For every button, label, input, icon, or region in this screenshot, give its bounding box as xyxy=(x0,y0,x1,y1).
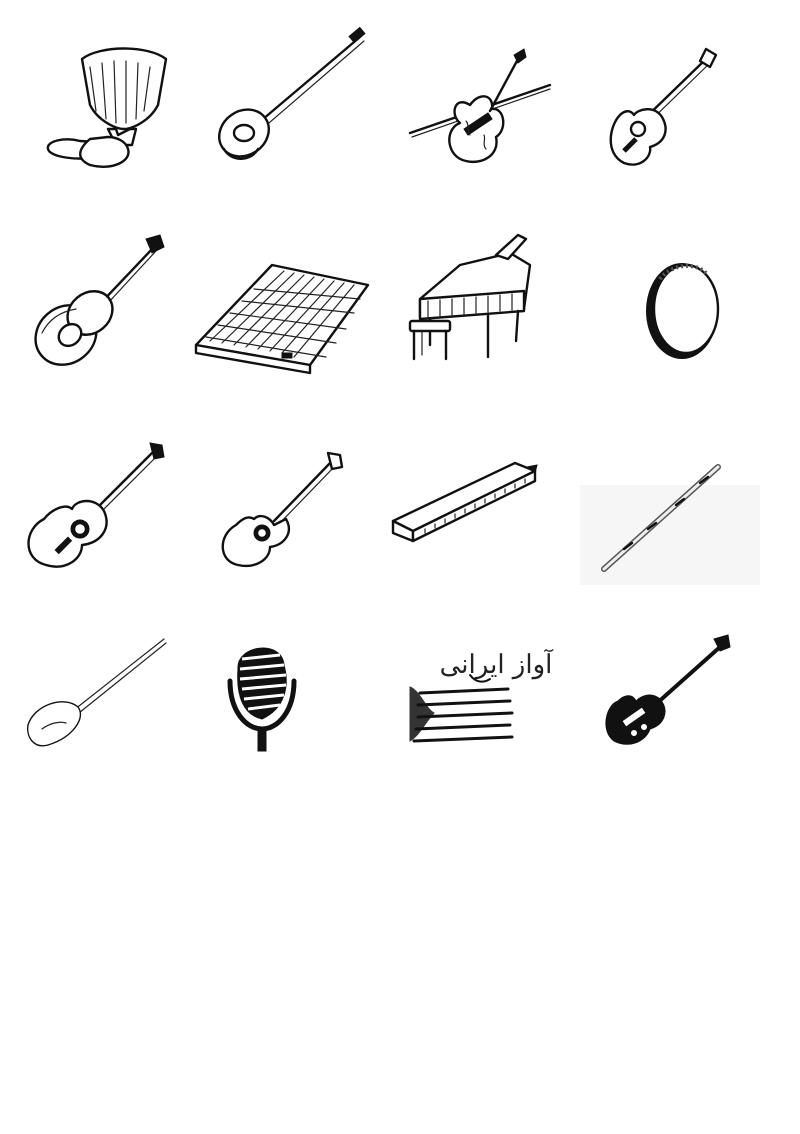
logo-text: آواز ایرانی xyxy=(440,648,555,680)
cutaway-guitar-icon xyxy=(210,425,390,585)
microphone-icon xyxy=(200,625,380,785)
harmonica-icon xyxy=(385,445,565,605)
classical-guitar-icon xyxy=(590,25,770,185)
acoustic-guitar-icon xyxy=(20,425,200,585)
setar-icon xyxy=(210,25,390,185)
tanbur-icon xyxy=(20,625,200,785)
violin-icon xyxy=(400,25,580,185)
daf-frame-drum-icon xyxy=(590,225,770,385)
grand-piano-icon xyxy=(400,225,580,385)
ney-flute-icon xyxy=(580,445,760,605)
santur-icon xyxy=(190,245,370,405)
avaz-irani-logo-icon: آواز ایرانی xyxy=(400,635,580,795)
electric-guitar-icon xyxy=(590,625,770,785)
tonbak-drum-icon xyxy=(20,25,200,185)
tar-icon xyxy=(20,225,200,385)
instrument-icon-grid: آواز ایرانی xyxy=(0,0,800,800)
